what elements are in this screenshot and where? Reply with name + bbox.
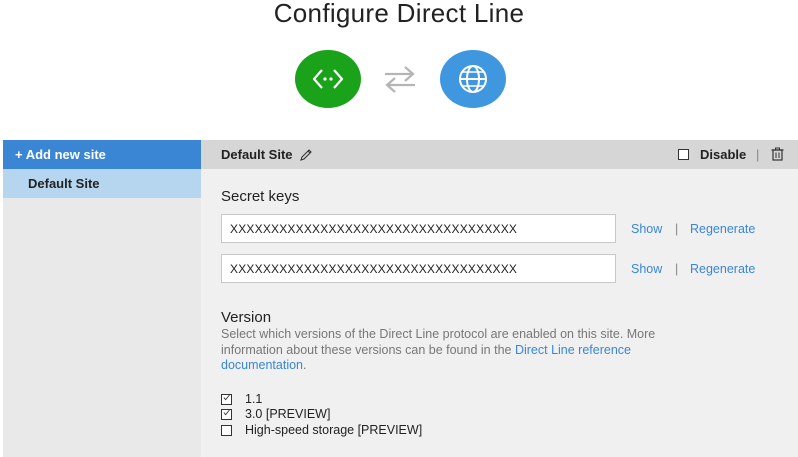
- site-details: Default Site Disable | Secret keys XXXXX…: [201, 140, 798, 457]
- site-header: Default Site Disable |: [201, 140, 798, 169]
- version-description: Select which versions of the Direct Line…: [221, 327, 661, 374]
- version-option-label: 3.0 [PREVIEW]: [245, 407, 331, 421]
- show-key-link[interactable]: Show: [631, 222, 662, 236]
- regenerate-key-link[interactable]: Regenerate: [690, 262, 755, 276]
- version-option-1-1[interactable]: 1.1: [221, 392, 262, 406]
- link-separator: |: [675, 222, 679, 236]
- secret-key-field[interactable]: XXXXXXXXXXXXXXXXXXXXXXXXXXXXXXXXXXX: [221, 254, 616, 283]
- globe-icon: [440, 50, 506, 108]
- disable-toggle[interactable]: Disable: [678, 140, 746, 169]
- checkbox-high-speed-storage[interactable]: [221, 424, 232, 436]
- page-title: Configure Direct Line: [273, 0, 525, 28]
- sidebar: + Add new site Default Site: [3, 140, 201, 457]
- check-icon: [223, 394, 230, 400]
- version-option-label: 1.1: [245, 392, 263, 406]
- check-icon: [223, 409, 230, 415]
- show-key-link[interactable]: Show: [631, 262, 662, 276]
- secret-key-field[interactable]: XXXXXXXXXXXXXXXXXXXXXXXXXXXXXXXXXXX: [221, 214, 616, 243]
- regenerate-key-link[interactable]: Regenerate: [690, 222, 755, 236]
- disable-label: Disable: [700, 147, 747, 162]
- version-title: Version: [221, 309, 272, 326]
- add-new-site-button[interactable]: + Add new site: [3, 140, 201, 169]
- version-description-end: .: [303, 358, 307, 372]
- site-name: Default Site: [221, 147, 293, 162]
- disable-checkbox[interactable]: [678, 149, 689, 160]
- checkbox-3-0[interactable]: [221, 408, 232, 420]
- version-option-3-0[interactable]: 3.0 [PREVIEW]: [221, 407, 330, 421]
- site-config-panel: + Add new site Default Site Default Site…: [3, 140, 798, 457]
- code-brackets-icon: [295, 50, 361, 108]
- pencil-icon[interactable]: [299, 148, 313, 162]
- trash-icon[interactable]: [771, 147, 784, 164]
- version-option-high-speed-storage[interactable]: High-speed storage [PREVIEW]: [221, 423, 422, 437]
- link-separator: |: [675, 262, 679, 276]
- swap-arrows-icon: [385, 66, 415, 93]
- sidebar-item-default-site[interactable]: Default Site: [3, 169, 201, 198]
- header-separator: |: [756, 147, 760, 162]
- version-option-label: High-speed storage [PREVIEW]: [245, 423, 423, 437]
- secret-keys-title: Secret keys: [221, 188, 300, 205]
- checkbox-1-1[interactable]: [221, 393, 232, 405]
